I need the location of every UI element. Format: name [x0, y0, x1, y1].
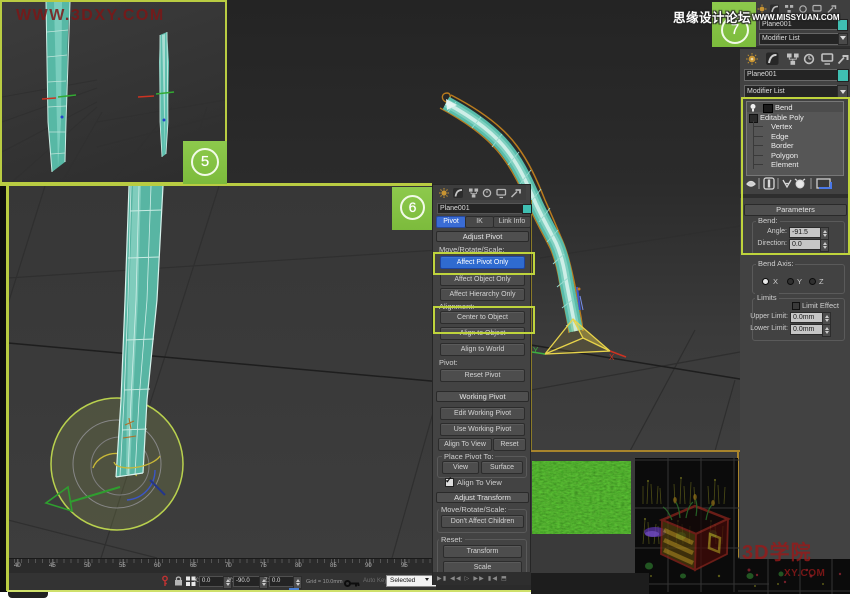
svg-text:X: X [609, 353, 615, 362]
